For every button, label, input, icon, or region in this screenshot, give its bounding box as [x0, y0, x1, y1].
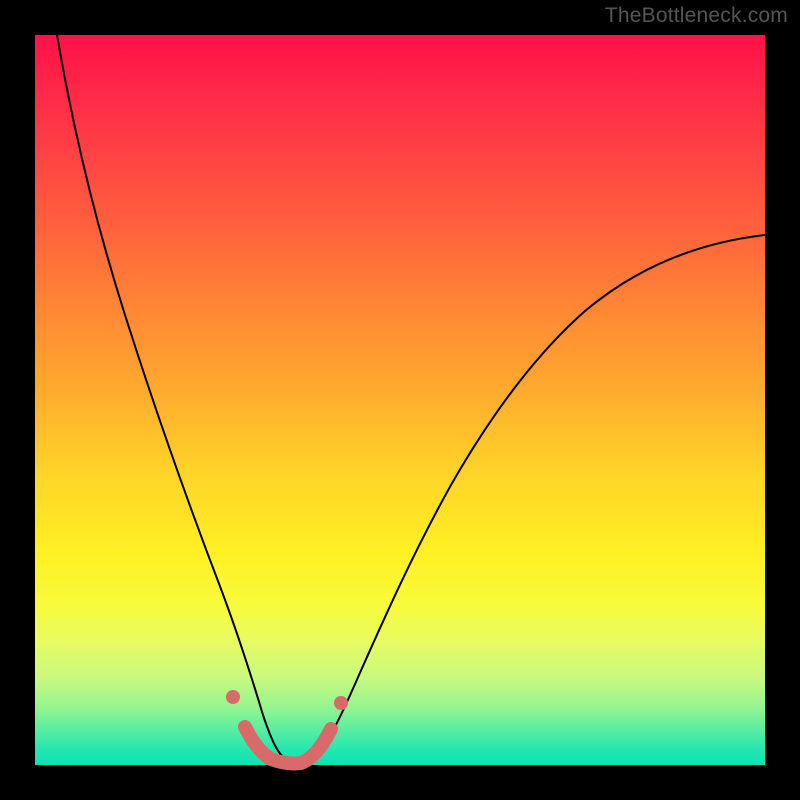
marker-dot-left [226, 690, 240, 704]
plot-area [35, 35, 765, 765]
chart-frame: TheBottleneck.com [0, 0, 800, 800]
watermark-text: TheBottleneck.com [605, 4, 788, 28]
curve-layer [35, 35, 765, 765]
marker-dot-right [334, 696, 348, 710]
marker-band [245, 727, 331, 764]
bottleneck-curve [57, 35, 765, 764]
